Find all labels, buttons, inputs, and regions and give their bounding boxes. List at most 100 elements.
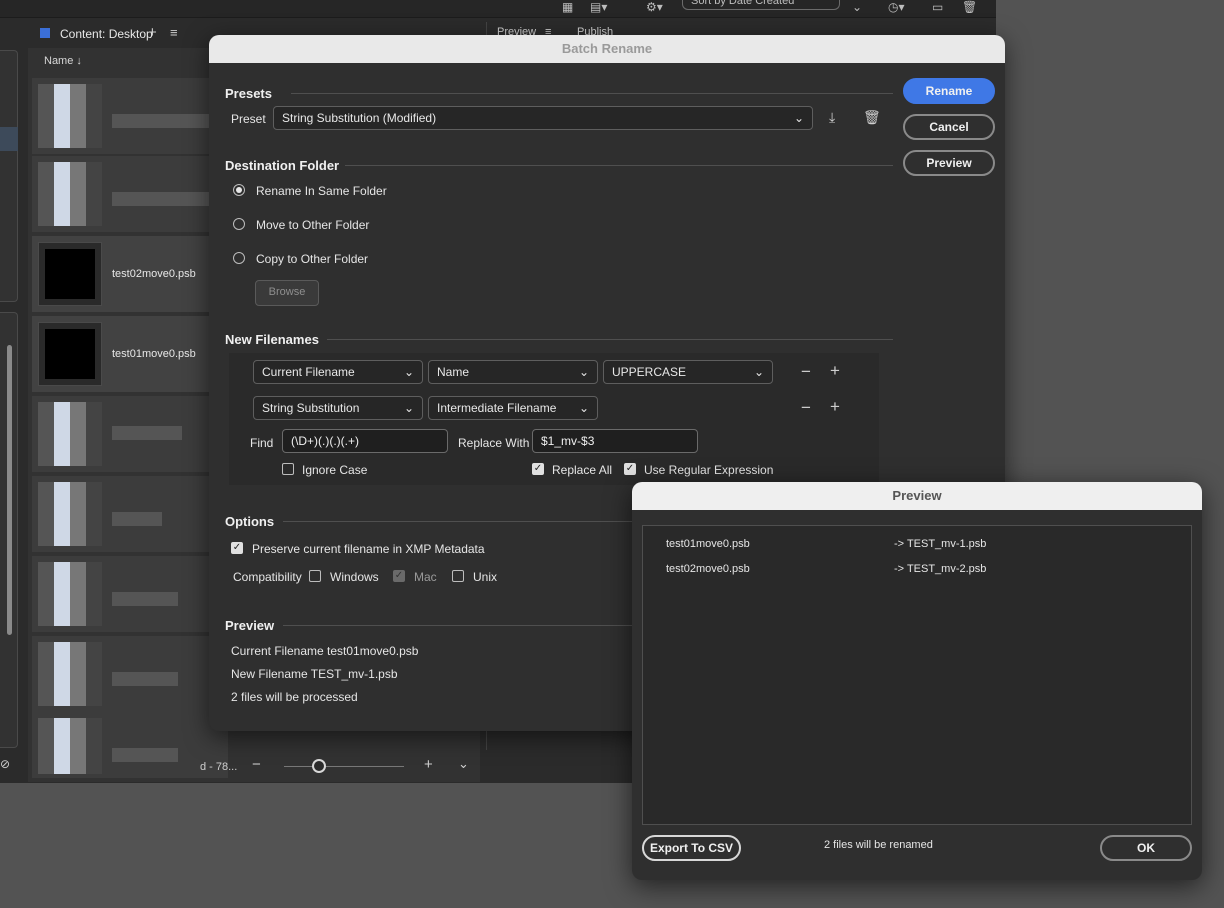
no-filter-icon[interactable]: ⊘ xyxy=(0,757,10,771)
blurred-filename xyxy=(112,748,178,762)
preview-heading: Preview xyxy=(225,618,275,633)
rule2-source-select[interactable]: Intermediate Filename ⌄ xyxy=(428,396,598,420)
rule1-type-select[interactable]: Current Filename ⌄ xyxy=(253,360,423,384)
blurred-filename xyxy=(112,672,178,686)
zoom-in-icon[interactable]: + xyxy=(424,756,433,773)
find-input[interactable]: (\D+)(.)(.)(.+) xyxy=(282,429,448,453)
top-toolbar: ▦ ▤▾ ⚙▾ Sort by Date Created ⌄ ◷▾ ▭ 🗑 xyxy=(0,0,996,18)
blurred-filename xyxy=(112,192,222,206)
compatibility-label: Compatibility xyxy=(233,570,302,584)
trash-icon[interactable]: 🗑 xyxy=(962,0,977,14)
destination-folder-heading: Destination Folder xyxy=(225,158,340,173)
file-name: test02move0.psb xyxy=(112,268,196,280)
black-thumbnail xyxy=(38,322,102,386)
sort-dropdown[interactable]: Sort by Date Created xyxy=(682,0,840,10)
preview-button[interactable]: Preview xyxy=(903,150,995,176)
new-folder-icon[interactable]: ▭ xyxy=(932,0,943,14)
content-panel-title: Content: Desktop xyxy=(60,27,153,41)
new-filenames-heading: New Filenames xyxy=(225,332,319,347)
unix-checkbox[interactable] xyxy=(452,570,464,582)
chevron-down-icon: ⌄ xyxy=(403,365,414,379)
add-rule-icon[interactable]: + xyxy=(830,361,840,381)
zoom-out-icon[interactable]: − xyxy=(252,756,261,773)
windows-label: Windows xyxy=(330,570,379,584)
list-item[interactable]: test02move0.psb -> TEST_mv-2.psb xyxy=(643,559,1191,581)
divider xyxy=(291,93,893,94)
file-thumbnail[interactable] xyxy=(32,712,228,778)
rename-preview-list[interactable]: test01move0.psb -> TEST_mv-1.psb test02m… xyxy=(642,525,1192,825)
same-folder-label: Rename In Same Folder xyxy=(256,184,387,198)
windows-checkbox[interactable] xyxy=(309,570,321,582)
replace-with-label: Replace With xyxy=(458,436,530,450)
rule2-type-select[interactable]: String Substitution ⌄ xyxy=(253,396,423,420)
file-thumbnail[interactable]: test02move0.psb xyxy=(32,236,228,312)
presets-heading: Presets xyxy=(225,86,272,101)
export-csv-button[interactable]: Export To CSV xyxy=(642,835,741,861)
slider-knob[interactable] xyxy=(312,759,326,773)
radio-same-folder[interactable] xyxy=(233,184,245,196)
mac-label: Mac xyxy=(414,570,437,584)
selected-folder[interactable] xyxy=(0,127,18,151)
file-thumbnail[interactable] xyxy=(32,156,228,232)
ignore-case-checkbox[interactable] xyxy=(282,463,294,475)
file-thumbnail[interactable] xyxy=(32,636,228,712)
move-folder-label: Move to Other Folder xyxy=(256,218,370,232)
blurred-filename xyxy=(112,426,182,440)
thumbnail-quality-icon[interactable]: ▤▾ xyxy=(590,0,607,14)
new-filename-text: New Filename TEST_mv-1.psb xyxy=(231,667,398,681)
preview-dialog: Preview test01move0.psb -> TEST_mv-1.psb… xyxy=(632,482,1202,880)
remove-rule-icon[interactable]: − xyxy=(801,398,811,418)
list-item[interactable]: test01move0.psb -> TEST_mv-1.psb xyxy=(643,534,1191,556)
files-renamed-text: 2 files will be renamed xyxy=(824,839,933,851)
black-thumbnail xyxy=(38,242,102,306)
mac-checkbox: ✓ xyxy=(393,570,405,582)
folders-panel xyxy=(0,50,18,302)
panel-menu-icon[interactable]: ≡ xyxy=(170,25,178,40)
preserve-filename-label: Preserve current filename in XMP Metadat… xyxy=(252,542,485,556)
recent-files-icon[interactable]: ◷▾ xyxy=(888,0,905,14)
browse-button[interactable]: Browse xyxy=(255,280,319,306)
add-rule-icon[interactable]: + xyxy=(830,397,840,417)
rule1-case-select[interactable]: UPPERCASE ⌄ xyxy=(603,360,773,384)
chevron-down-icon: ⌄ xyxy=(578,401,589,415)
chevron-down-icon: ⌄ xyxy=(578,365,589,379)
replace-all-label: Replace All xyxy=(552,463,613,477)
sort-by-name-header[interactable]: Name ↓ xyxy=(44,55,82,67)
ignore-case-label: Ignore Case xyxy=(302,463,368,477)
remove-rule-icon[interactable]: − xyxy=(801,362,811,382)
radio-copy-folder[interactable] xyxy=(233,252,245,264)
divider xyxy=(283,625,633,626)
file-thumbnail[interactable] xyxy=(32,476,228,552)
add-tab-icon[interactable]: + xyxy=(148,24,157,41)
replace-all-checkbox[interactable]: ✓ xyxy=(532,463,544,475)
settings-icon[interactable]: ⚙▾ xyxy=(646,0,663,14)
divider xyxy=(345,165,893,166)
pixelated-thumbnail xyxy=(38,718,102,774)
view-options-chevron-icon[interactable]: ⌄ xyxy=(458,756,469,772)
current-filename-text: Current Filename test01move0.psb xyxy=(231,644,419,658)
preset-select[interactable]: String Substitution (Modified) ⌄ xyxy=(273,106,813,130)
use-regex-label: Use Regular Expression xyxy=(644,463,774,477)
filter-icon[interactable]: ▦ xyxy=(562,0,573,14)
rule1-part-select[interactable]: Name ⌄ xyxy=(428,360,598,384)
file-thumbnail[interactable] xyxy=(32,78,228,154)
radio-move-folder[interactable] xyxy=(233,218,245,230)
save-preset-icon[interactable]: ⤓ xyxy=(829,109,835,126)
ok-button[interactable]: OK xyxy=(1100,835,1192,861)
file-thumbnail[interactable] xyxy=(32,396,228,472)
file-name: test01move0.psb xyxy=(112,348,196,360)
file-thumbnail[interactable]: test01move0.psb xyxy=(32,316,228,392)
thumbnail-size-slider[interactable] xyxy=(284,766,404,767)
cancel-button[interactable]: Cancel xyxy=(903,114,995,140)
panel-scrollbar[interactable] xyxy=(7,345,12,635)
blurred-filename xyxy=(112,592,178,606)
file-thumbnail[interactable] xyxy=(32,556,228,632)
rename-button[interactable]: Rename xyxy=(903,78,995,104)
preserve-filename-checkbox[interactable]: ✓ xyxy=(231,542,243,554)
delete-preset-icon[interactable]: 🗑 xyxy=(863,109,881,126)
sort-order-chevron-icon[interactable]: ⌄ xyxy=(852,0,862,14)
preset-label: Preset xyxy=(231,112,266,126)
use-regex-checkbox[interactable]: ✓ xyxy=(624,463,636,475)
replace-input[interactable]: $1_mv-$3 xyxy=(532,429,698,453)
unix-label: Unix xyxy=(473,570,498,584)
